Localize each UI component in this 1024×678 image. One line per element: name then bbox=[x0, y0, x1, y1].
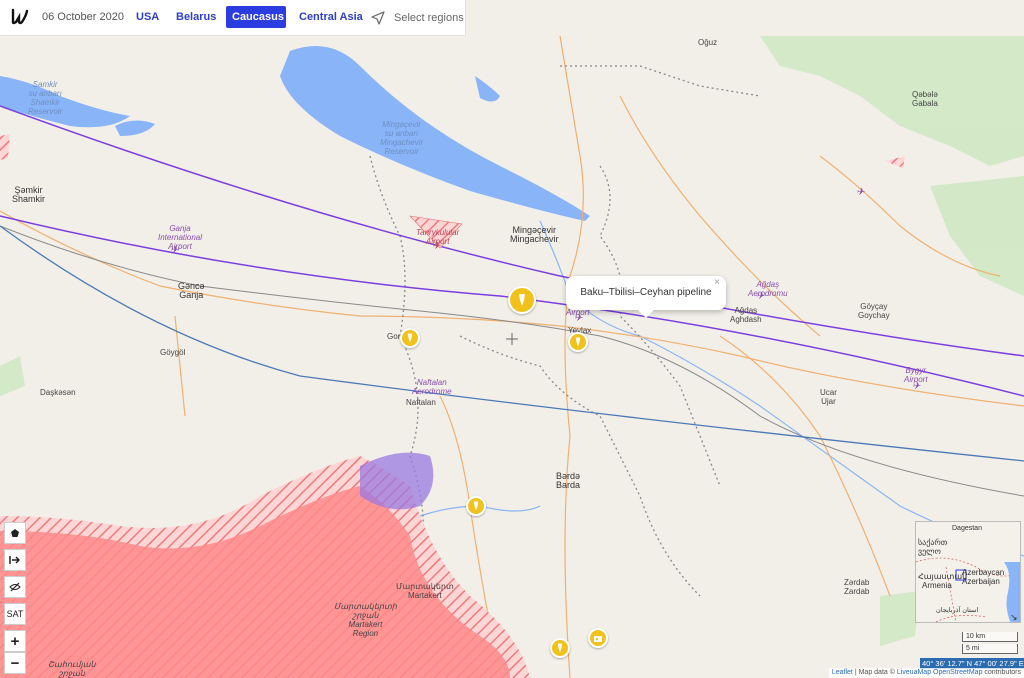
restricted-zone-west bbox=[0, 134, 10, 160]
eye-off-icon bbox=[9, 582, 21, 592]
label-goygol: Göygöl bbox=[160, 348, 186, 357]
minimap-label-azerbaycan: Azerbaycan bbox=[962, 568, 1005, 577]
liveuamap-logo[interactable] bbox=[10, 7, 30, 27]
minimap-label-azerbaijan: Azerbaijan bbox=[962, 577, 1000, 586]
label-mingachevir: Mingəçevir Mingachevir bbox=[510, 225, 559, 244]
map-base-layer bbox=[0, 36, 1024, 678]
airplane-icon: ✈ bbox=[574, 313, 583, 324]
top-bar: 06 October 2020 USA Belarus Caucasus Cen… bbox=[0, 0, 466, 36]
pentagon-icon bbox=[11, 529, 19, 537]
attribution-end: contributors bbox=[982, 669, 1021, 676]
arrow-right-icon bbox=[9, 556, 21, 564]
label-samkir-reservoir: Şamkir su anbarı Shamkir Reservoir bbox=[28, 80, 63, 116]
minimap-label-georgia: საქართ bbox=[918, 538, 948, 547]
pipeline-popup: Baku–Tbilisi–Ceyhan pipeline × bbox=[566, 276, 726, 318]
bomb-icon bbox=[473, 501, 479, 511]
label-barda: Bərdə Barda bbox=[556, 471, 581, 490]
nav-belarus[interactable]: Belarus bbox=[170, 6, 222, 28]
minimap-label-armenia: Armenia bbox=[922, 581, 952, 590]
restricted-zone-east bbox=[885, 156, 905, 168]
route-button[interactable] bbox=[4, 549, 26, 571]
label-naftalan-aerodrome: Naftalan Aerodrome bbox=[412, 378, 452, 396]
select-regions-button[interactable]: Select regions bbox=[370, 8, 464, 28]
minimap-resize-icon[interactable]: ↘ bbox=[1010, 612, 1018, 622]
airplane-icon: ✈ bbox=[856, 187, 865, 198]
event-marker-explosion[interactable] bbox=[550, 638, 570, 658]
bomb-icon bbox=[407, 333, 413, 343]
bomb-icon bbox=[557, 643, 563, 653]
satellite-toggle-button[interactable]: SAT bbox=[4, 603, 26, 625]
event-marker-explosion[interactable] bbox=[400, 328, 420, 348]
label-ganja-airport: Ganja International Airport bbox=[158, 224, 203, 251]
nav-caucasus[interactable]: Caucasus bbox=[226, 6, 286, 28]
label-ganja: Gəncə Ganja bbox=[178, 281, 205, 300]
leaflet-link[interactable]: Leaflet bbox=[832, 669, 853, 676]
label-shahumyan: Շահումյան շրջան bbox=[48, 660, 96, 678]
label-agdas-aerodrome: Ağdaş Aerodromu bbox=[748, 280, 788, 298]
occupied-zone bbox=[0, 452, 530, 678]
railway bbox=[0, 225, 1024, 497]
rivers bbox=[419, 220, 1024, 557]
water-bodies bbox=[0, 46, 590, 221]
label-gor: Gor bbox=[387, 332, 401, 341]
zoom-out-button[interactable]: − bbox=[4, 652, 26, 674]
airplane-icon: ✈ bbox=[756, 291, 765, 302]
popup-text: Baku–Tbilisi–Ceyhan pipeline bbox=[580, 287, 712, 298]
select-regions-label: Select regions bbox=[394, 12, 464, 24]
current-date: 06 October 2020 bbox=[42, 11, 124, 23]
crosshair-icon bbox=[506, 333, 518, 345]
label-martakert-region: Մարտակերտի շրջան Martakert Region bbox=[334, 602, 397, 638]
minimap[interactable]: Dagestan საქართ ველო Azerbaycan Azerbaij… bbox=[915, 521, 1021, 623]
label-daskasan: Daşkəsən bbox=[40, 388, 76, 397]
hide-layers-button[interactable] bbox=[4, 576, 26, 598]
airplane-icon: ✈ bbox=[432, 241, 441, 252]
minimap-label-iran-province: استان آذربایجان bbox=[936, 607, 979, 614]
popup-tip bbox=[638, 310, 654, 318]
attribution-text: | Map data © bbox=[852, 669, 897, 676]
minimap-label-hayastan: Հայաստան bbox=[918, 572, 968, 581]
event-marker-explosion[interactable] bbox=[508, 286, 536, 314]
nav-usa[interactable]: USA bbox=[130, 6, 165, 28]
liveuamap-link[interactable]: LiveuaMap bbox=[897, 669, 931, 676]
scale-mi: 5 mi bbox=[962, 644, 1018, 654]
label-zardab: Zərdab Zardab bbox=[844, 578, 870, 596]
minimap-label-georgia-2: ველო bbox=[918, 547, 941, 556]
label-qabala: Qəbələ Gabala bbox=[912, 90, 938, 108]
popup-close-button[interactable]: × bbox=[714, 277, 720, 289]
navigation-arrow-icon bbox=[371, 11, 385, 25]
label-mingachevir-reservoir: Mingəçevir su anbarı Mingachevir Reservoir bbox=[380, 120, 424, 156]
airplane-icon: ✈ bbox=[170, 245, 179, 256]
label-agdas: Ağdaş Aghdash bbox=[730, 306, 762, 324]
draw-polygon-button[interactable] bbox=[4, 522, 26, 544]
osm-link[interactable]: OpenStreetMap bbox=[933, 669, 982, 676]
scale-km: 10 km bbox=[962, 632, 1018, 642]
zoom-in-button[interactable]: + bbox=[4, 630, 26, 652]
map-canvas[interactable]: Şamkir su anbarı Shamkir Reservoir Mingəçev… bbox=[0, 36, 1024, 678]
event-marker-explosion[interactable] bbox=[466, 496, 486, 516]
airplane-icon: ✈ bbox=[912, 381, 921, 392]
event-marker-explosion[interactable] bbox=[568, 332, 588, 352]
event-marker-destroyed[interactable] bbox=[588, 628, 608, 648]
minimap-label-dagestan: Dagestan bbox=[952, 525, 982, 532]
building-damage-icon bbox=[594, 636, 602, 642]
bomb-icon bbox=[575, 337, 581, 347]
map-attribution: Leaflet | Map data © LiveuaMap OpenStree… bbox=[828, 668, 1024, 678]
nav-central-asia[interactable]: Central Asia bbox=[293, 6, 369, 28]
bomb-icon bbox=[519, 294, 525, 306]
label-goycay: Göyçay Goychay bbox=[858, 302, 890, 320]
label-ucar: Ucar Ujar bbox=[820, 388, 837, 406]
label-oguz: Oğuz bbox=[698, 38, 718, 47]
label-samkir-town: Şəmkir Shamkir bbox=[12, 185, 46, 204]
label-naftalan: Naftalan bbox=[406, 398, 436, 407]
label-martakert: Մարտակերտ Martakert bbox=[396, 582, 454, 600]
